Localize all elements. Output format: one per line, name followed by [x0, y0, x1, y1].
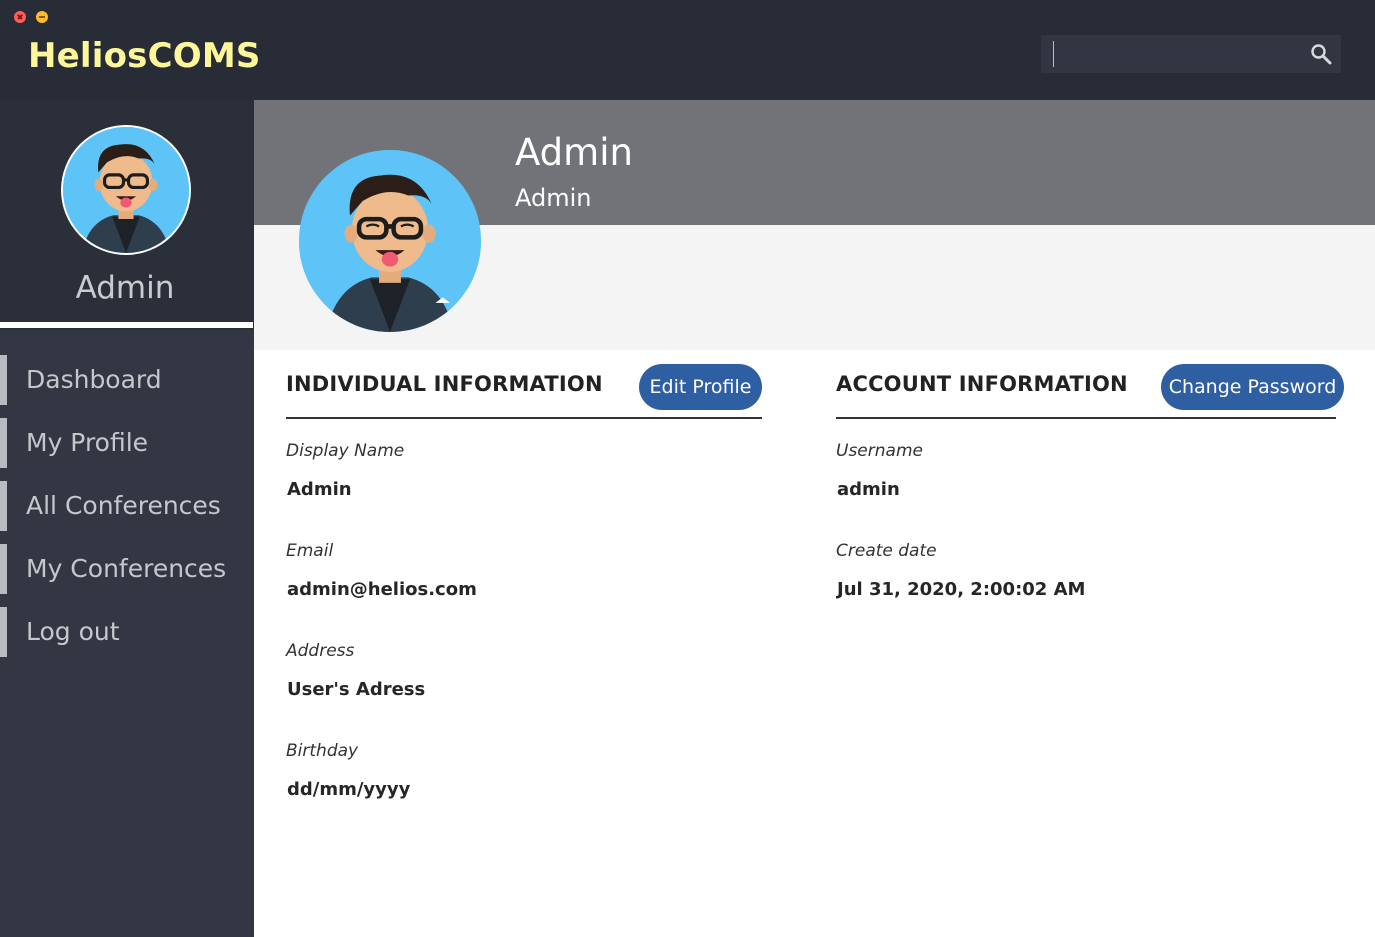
- change-password-button[interactable]: Change Password: [1161, 364, 1344, 410]
- search-icon[interactable]: [1309, 42, 1333, 66]
- sidebar-nav: Dashboard My Profile All Conferences My …: [0, 355, 254, 670]
- app-title: HeliosCOMS: [28, 36, 261, 76]
- search-box[interactable]: [1041, 35, 1341, 73]
- nav-indicator: [0, 418, 7, 468]
- minimize-icon[interactable]: [36, 11, 48, 23]
- address-value: User's Adress: [287, 679, 426, 700]
- section-divider: [286, 417, 762, 419]
- sidebar-item-label: Log out: [26, 617, 120, 646]
- sidebar-item-dashboard[interactable]: Dashboard: [0, 355, 254, 405]
- nav-indicator: [0, 481, 7, 531]
- username-value: admin: [837, 479, 900, 500]
- create-date-value: Jul 31, 2020, 2:00:02 AM: [837, 579, 1086, 600]
- birthday-value: dd/mm/yyyy: [287, 779, 411, 800]
- profile-role: Admin: [515, 184, 592, 212]
- avatar-icon: [63, 127, 189, 253]
- create-date-label: Create date: [836, 541, 937, 561]
- individual-info-heading: INDIVIDUAL INFORMATION: [286, 372, 603, 396]
- search-input[interactable]: [1051, 40, 1315, 70]
- sidebar-item-my-conferences[interactable]: My Conferences: [0, 544, 254, 594]
- address-label: Address: [286, 641, 355, 661]
- profile-name: Admin: [515, 131, 633, 174]
- avatar: [299, 150, 481, 332]
- sidebar-item-label: My Profile: [26, 428, 149, 457]
- nav-indicator: [0, 607, 7, 657]
- sidebar-item-all-conferences[interactable]: All Conferences: [0, 481, 254, 531]
- edit-profile-button[interactable]: Edit Profile: [639, 364, 762, 410]
- sidebar-profile: Admin: [0, 100, 254, 330]
- section-divider: [836, 417, 1336, 419]
- avatar: [61, 125, 191, 255]
- sidebar-item-label: My Conferences: [26, 554, 227, 583]
- close-icon[interactable]: [14, 11, 26, 23]
- username-label: Username: [836, 441, 923, 461]
- sidebar-item-log-out[interactable]: Log out: [0, 607, 254, 657]
- birthday-label: Birthday: [286, 741, 359, 761]
- sidebar-item-my-profile[interactable]: My Profile: [0, 418, 254, 468]
- sidebar: Admin Dashboard My Profile All Conferenc…: [0, 100, 254, 937]
- nav-indicator: [0, 355, 7, 405]
- display-name-label: Display Name: [286, 441, 405, 461]
- avatar-icon: [299, 150, 481, 332]
- account-info-heading: ACCOUNT INFORMATION: [836, 372, 1128, 396]
- sidebar-item-label: All Conferences: [26, 491, 221, 520]
- nav-indicator: [0, 544, 7, 594]
- display-name-value: Admin: [287, 479, 352, 500]
- sidebar-item-label: Dashboard: [26, 365, 162, 394]
- title-bar: HeliosCOMS: [0, 0, 1375, 100]
- email-label: Email: [286, 541, 334, 561]
- email-value: admin@helios.com: [287, 579, 477, 600]
- sidebar-divider: [0, 322, 253, 328]
- sidebar-user-name: Admin: [75, 270, 175, 306]
